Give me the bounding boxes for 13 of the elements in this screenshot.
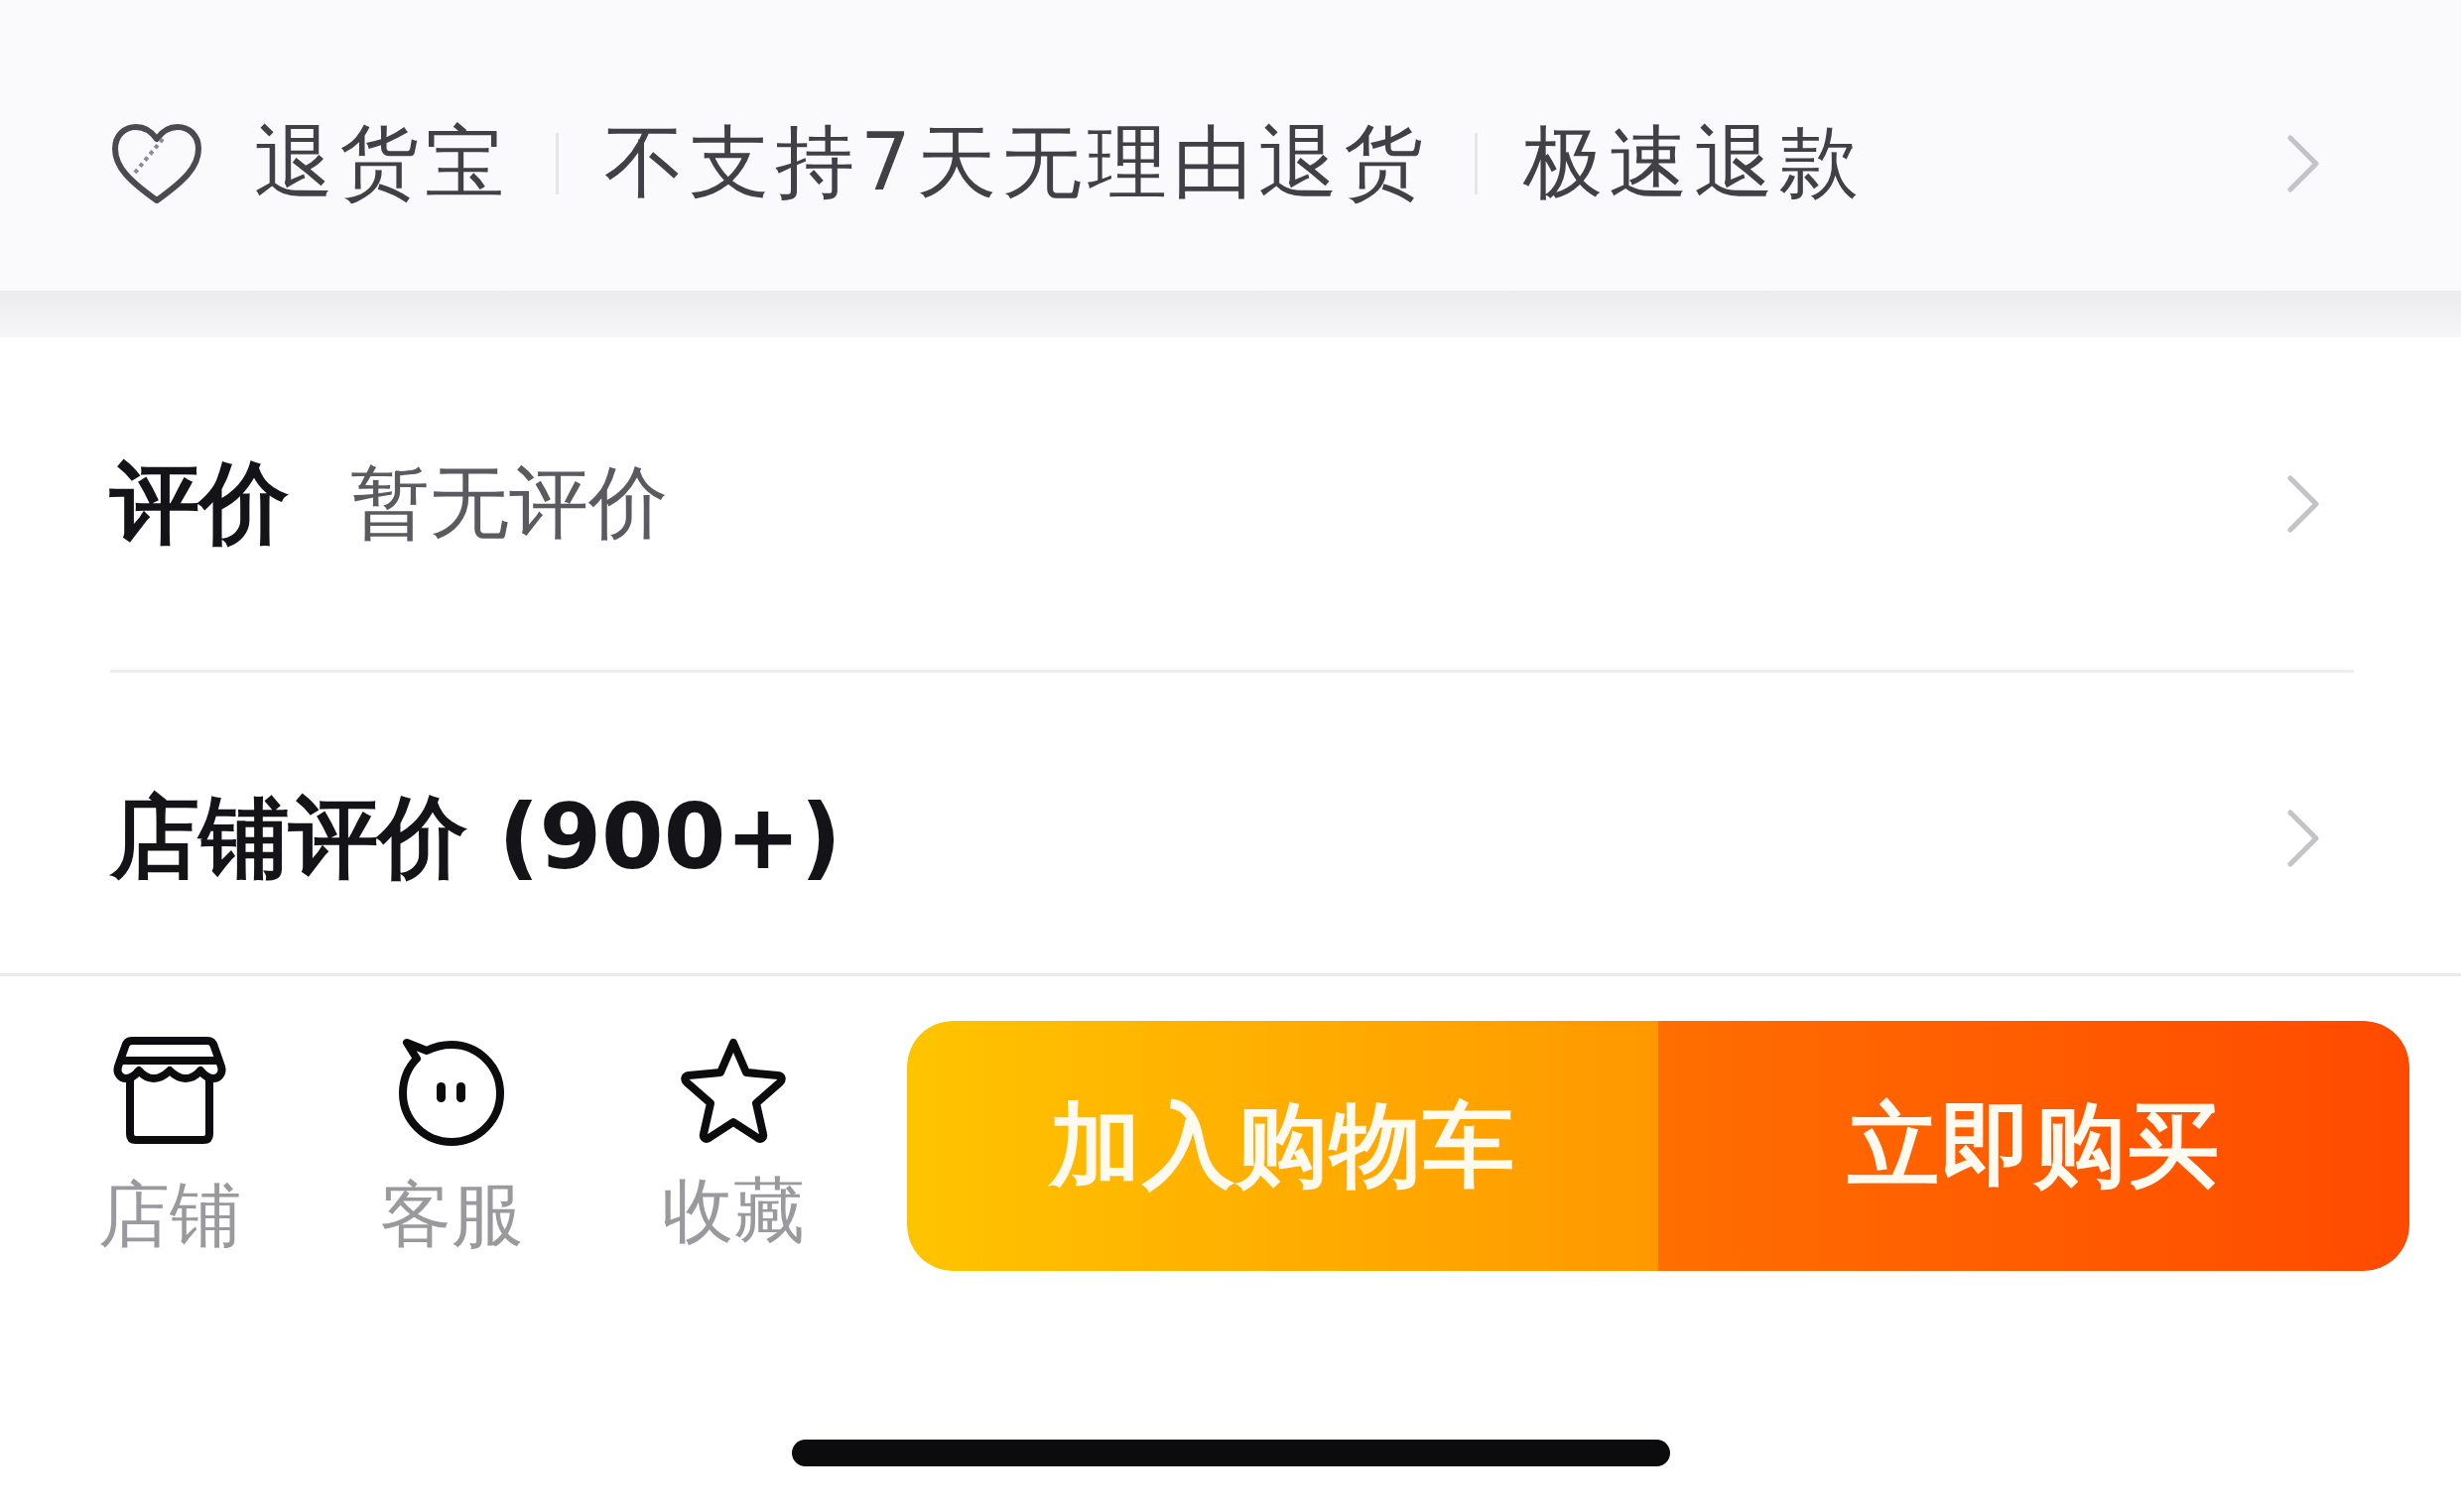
reviews-label: 评价: [110, 448, 289, 557]
home-indicator[interactable]: [791, 1440, 1670, 1466]
buy-now-button[interactable]: 立即购买: [1658, 1021, 2409, 1271]
add-to-cart-button[interactable]: 加入购物车: [907, 1021, 1658, 1271]
shop-button[interactable]: 店铺: [29, 1021, 311, 1271]
service-bar[interactable]: 退货宝 不支持7天无理由退货 极速退款: [0, 0, 2461, 291]
customer-service-button[interactable]: 客服: [311, 1021, 592, 1271]
service-text: 退货宝: [254, 114, 510, 210]
service-text: 不支持7天无理由退货: [604, 114, 1429, 210]
service-text: 极速退款: [1522, 114, 1865, 210]
shop-reviews-label: 店铺评价 (900+): [110, 783, 842, 891]
favorite-button[interactable]: 收藏: [592, 1021, 874, 1271]
reviews-summary: 暂无评价: [350, 454, 668, 551]
